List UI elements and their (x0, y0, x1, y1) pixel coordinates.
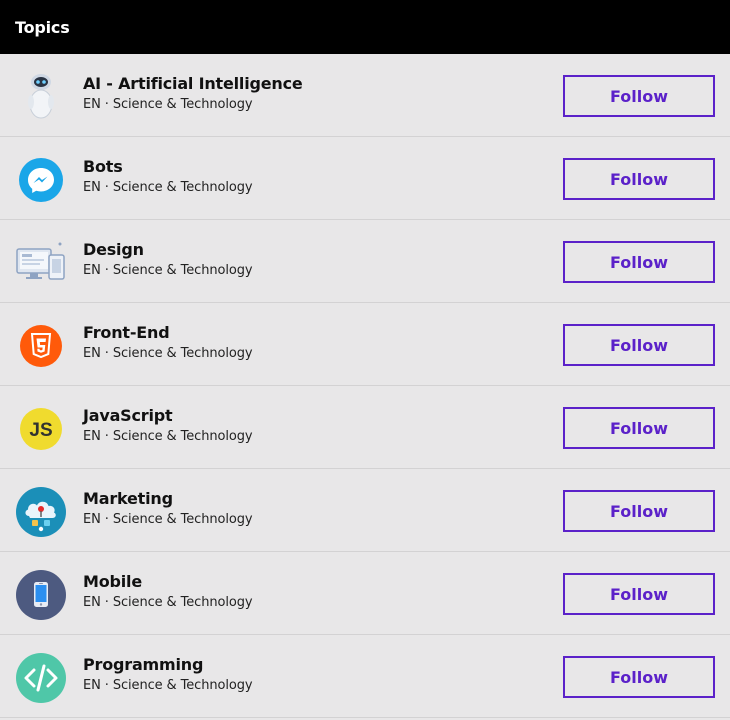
topic-meta: EN · Science & Technology (83, 678, 253, 693)
topic-name: AI - Artificial Intelligence (83, 74, 303, 93)
topic-name: Programming (83, 655, 204, 674)
topic-row-javascript: JS JavaScript EN · Science & Technology … (0, 386, 730, 469)
follow-button-ai[interactable]: Follow (563, 75, 715, 117)
topic-meta: EN · Science & Technology (83, 97, 253, 112)
topic-row-marketing: Marketing EN · Science & Technology Foll… (0, 469, 730, 552)
topic-meta: EN · Science & Technology (83, 595, 253, 610)
smartphone-icon (16, 570, 66, 620)
cloud-marketing-icon (16, 487, 66, 537)
code-icon (16, 653, 66, 703)
topic-row-bots: Bots EN · Science & Technology Follow (0, 137, 730, 220)
follow-button-marketing[interactable]: Follow (563, 490, 715, 532)
robot-icon (16, 72, 66, 122)
topic-meta: EN · Science & Technology (83, 263, 253, 278)
topic-meta: EN · Science & Technology (83, 180, 253, 195)
follow-button-javascript[interactable]: Follow (563, 407, 715, 449)
follow-button-programming[interactable]: Follow (563, 656, 715, 698)
js-icon-label: JS (29, 420, 52, 441)
topic-name: Marketing (83, 489, 173, 508)
follow-button-mobile[interactable]: Follow (563, 573, 715, 615)
topic-name: Bots (83, 157, 123, 176)
topics-header: Topics (0, 0, 730, 54)
topic-row-programming: Programming EN · Science & Technology Fo… (0, 635, 730, 718)
topic-name: Mobile (83, 572, 142, 591)
topic-meta: EN · Science & Technology (83, 512, 253, 527)
messenger-icon (16, 155, 66, 205)
topic-name: Design (83, 240, 144, 259)
topic-name: JavaScript (83, 406, 173, 425)
topic-row-mobile: Mobile EN · Science & Technology Follow (0, 552, 730, 635)
page-title: Topics (15, 17, 70, 37)
topic-row-design: Design EN · Science & Technology Follow (0, 220, 730, 303)
topic-meta: EN · Science & Technology (83, 346, 253, 361)
devices-icon (16, 238, 66, 288)
topic-name: Front-End (83, 323, 170, 342)
follow-button-design[interactable]: Follow (563, 241, 715, 283)
topic-row-front-end: Front-End EN · Science & Technology Foll… (0, 303, 730, 386)
topic-row-ai: AI - Artificial Intelligence EN · Scienc… (0, 54, 730, 137)
topic-list: AI - Artificial Intelligence EN · Scienc… (0, 54, 730, 718)
follow-button-bots[interactable]: Follow (563, 158, 715, 200)
html5-icon (16, 321, 66, 371)
follow-button-front-end[interactable]: Follow (563, 324, 715, 366)
topic-meta: EN · Science & Technology (83, 429, 253, 444)
js-icon: JS (16, 404, 66, 454)
